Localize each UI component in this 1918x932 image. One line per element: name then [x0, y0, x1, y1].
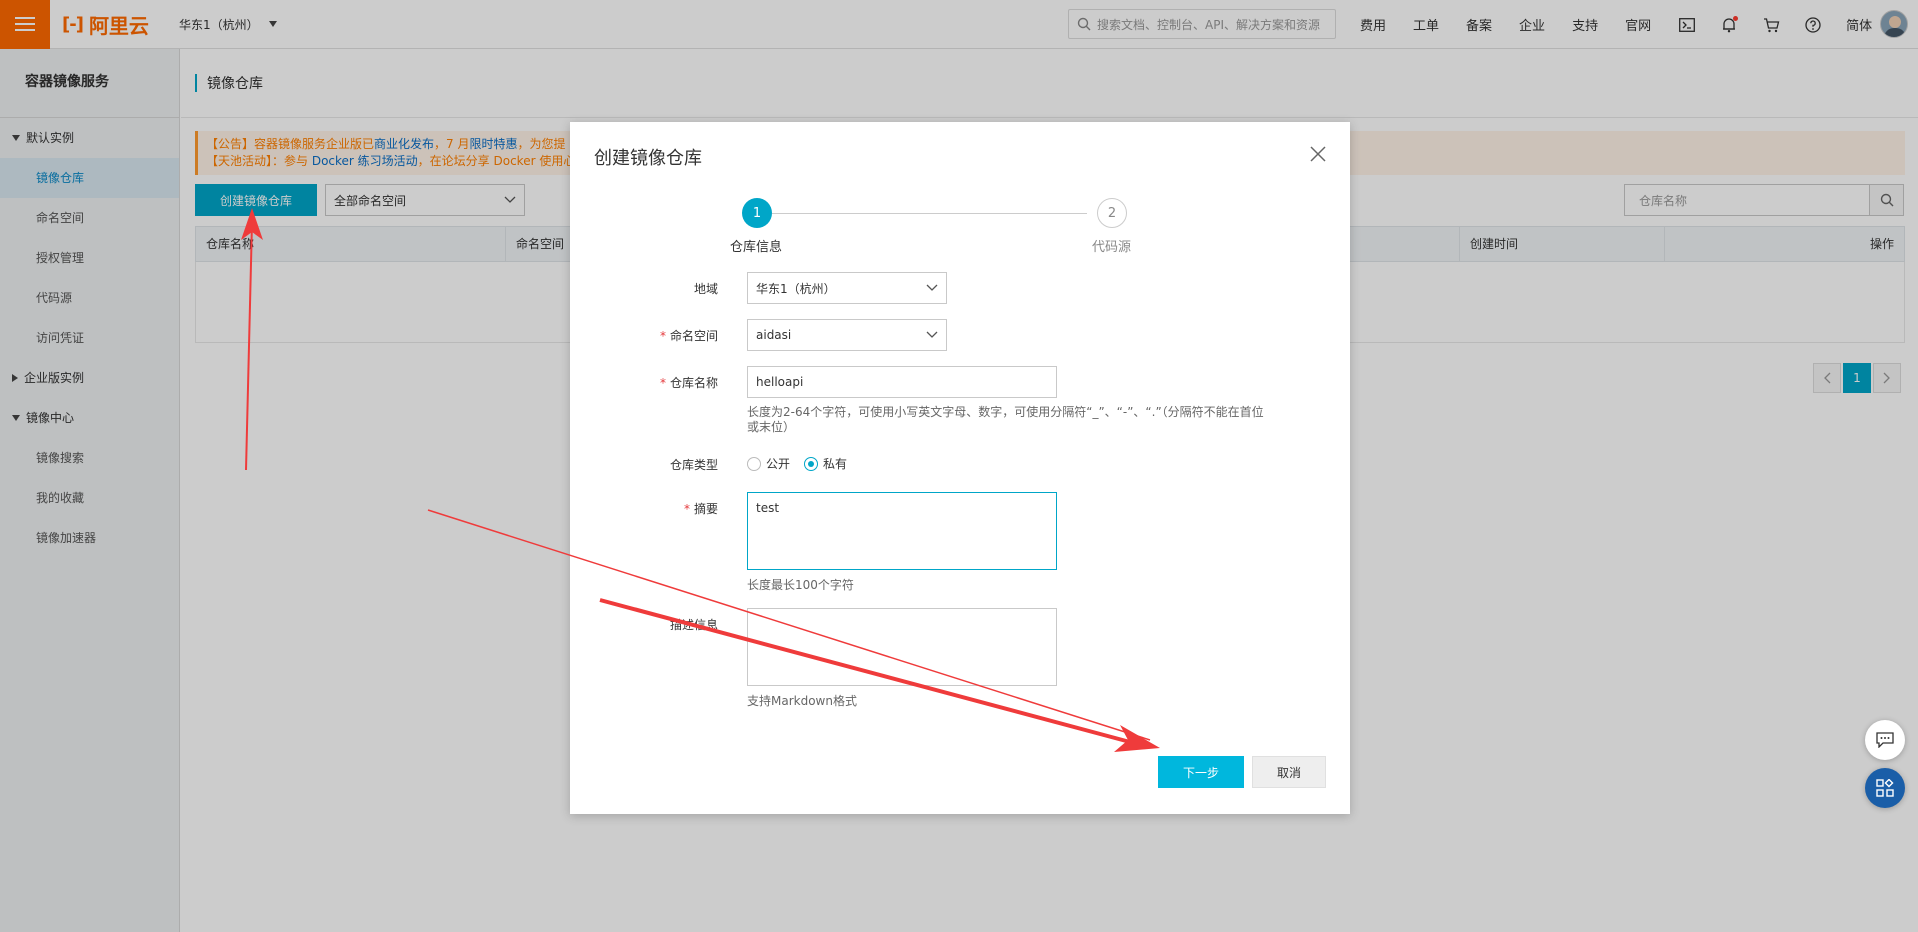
close-icon: [1310, 146, 1326, 162]
chevron-down-icon: [926, 284, 938, 291]
apps-float-button[interactable]: [1865, 768, 1905, 808]
chat-icon: [1876, 732, 1894, 748]
description-textarea[interactable]: [747, 608, 1057, 686]
step-1-label: 仓库信息: [730, 240, 783, 255]
radio-label: 私有: [823, 457, 848, 471]
summary-hint: 长度最长100个字符: [747, 578, 854, 592]
namespace-select-value: aidasi: [756, 328, 792, 342]
step-2-indicator: 2: [1097, 198, 1127, 228]
radio-unchecked-icon: [747, 456, 761, 471]
radio-checked-icon: [804, 456, 819, 471]
description-label-text: 描述信息: [669, 618, 718, 632]
namespace-label: * 命名空间: [570, 327, 718, 344]
next-step-button[interactable]: 下一步: [1158, 756, 1244, 788]
summary-label: * 摘要: [570, 500, 718, 517]
region-label-text: 地域: [693, 282, 718, 296]
step-connector: [772, 213, 1087, 214]
namespace-select[interactable]: aidasi: [747, 319, 947, 351]
repo-name-label: * 仓库名称: [570, 374, 718, 391]
description-label: 描述信息: [570, 616, 718, 633]
repo-name-value: helloapi: [756, 375, 804, 389]
step-2-label: 代码源: [1092, 240, 1132, 255]
close-button[interactable]: [1308, 144, 1328, 164]
chevron-down-icon: [926, 331, 938, 338]
summary-textarea[interactable]: test: [747, 492, 1057, 570]
namespace-label-text: 命名空间: [669, 329, 718, 343]
repo-type-label-text: 仓库类型: [669, 458, 718, 472]
summary-value: test: [756, 501, 780, 515]
description-hint: 支持Markdown格式: [747, 694, 857, 708]
required-asterisk: *: [659, 376, 666, 390]
repo-type-label: 仓库类型: [570, 456, 718, 473]
chat-float-button[interactable]: [1865, 720, 1905, 760]
region-select-value: 华东1（杭州）: [756, 281, 836, 296]
create-repository-modal: 创建镜像仓库 1 2 仓库信息 代码源 地域 华东1（杭州） * 命名空间 aid…: [570, 122, 1350, 814]
apps-icon: [1876, 779, 1894, 797]
repo-name-label-text: 仓库名称: [669, 376, 718, 390]
required-asterisk: *: [659, 329, 666, 343]
summary-label-text: 摘要: [693, 502, 718, 516]
required-asterisk: *: [683, 502, 690, 516]
repo-name-input[interactable]: helloapi: [747, 366, 1057, 398]
region-select[interactable]: 华东1（杭州）: [747, 272, 947, 304]
step-1-indicator: 1: [742, 198, 772, 228]
modal-title: 创建镜像仓库: [594, 148, 702, 169]
region-label: 地域: [570, 280, 718, 297]
wizard-steps: 1 2 仓库信息 代码源: [730, 198, 1202, 258]
cancel-button[interactable]: 取消: [1252, 756, 1326, 788]
repo-type-public-radio[interactable]: 公开: [747, 455, 790, 472]
radio-label: 公开: [766, 457, 791, 471]
repo-name-hint: 长度为2-64个字符，可使用小写英文字母、数字，可使用分隔符“_”、“-”、“.…: [747, 405, 1264, 434]
repo-type-private-radio[interactable]: 私有: [804, 455, 847, 472]
repo-type-radio-group: 公开 私有: [747, 455, 861, 472]
